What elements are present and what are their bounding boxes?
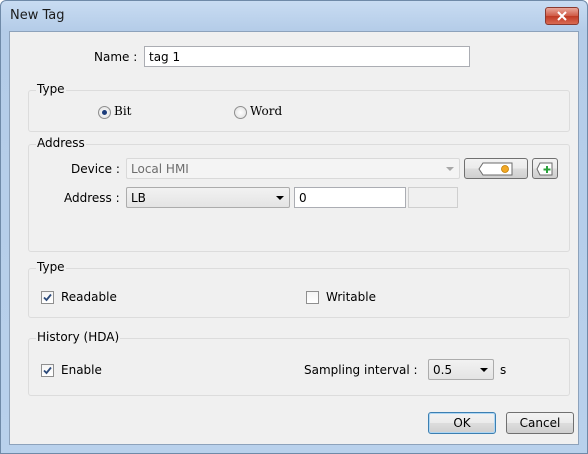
enable-label[interactable]: Enable [61, 363, 102, 377]
sampling-interval-unit: s [500, 363, 507, 377]
close-icon [557, 11, 567, 21]
device-label: Device : [71, 162, 120, 176]
address-type-value: LB [131, 191, 146, 205]
chevron-down-icon [446, 167, 454, 171]
name-input[interactable]: tag 1 [144, 46, 470, 67]
ok-button[interactable]: OK [428, 412, 496, 434]
sampling-interval-label: Sampling interval : [304, 363, 418, 377]
address-group-title: Address [36, 136, 86, 150]
dialog-title: New Tag [10, 8, 65, 23]
word-radio[interactable] [234, 106, 247, 119]
address-type-select[interactable]: LB [126, 187, 290, 208]
chevron-down-icon [480, 368, 488, 372]
history-group-title: History (HDA) [36, 330, 121, 344]
add-tag-icon [536, 162, 553, 176]
checkmark-icon [43, 293, 52, 302]
access-group-title: Type [36, 260, 66, 274]
readable-label[interactable]: Readable [61, 290, 117, 304]
sampling-interval-select[interactable]: 0.5 [428, 359, 494, 380]
close-button[interactable] [545, 7, 579, 25]
address-label: Address : [64, 191, 120, 205]
title-bar[interactable]: New Tag [1, 1, 587, 31]
enable-checkbox[interactable] [41, 364, 54, 377]
bit-radio-label[interactable]: Bit [114, 104, 131, 118]
dialog-body: Name : tag 1 Type Bit Word Address Devic… [9, 31, 579, 445]
writable-label[interactable]: Writable [326, 290, 376, 304]
checkmark-icon [43, 366, 52, 375]
tag-device-icon [478, 162, 513, 176]
device-settings-button[interactable] [464, 158, 528, 179]
address-input[interactable]: 0 [294, 187, 406, 208]
device-select[interactable]: Local HMI [126, 158, 460, 179]
name-label: Name : [94, 50, 138, 64]
type-group-title: Type [36, 82, 66, 96]
writable-checkbox[interactable] [306, 291, 319, 304]
sampling-interval-value: 0.5 [433, 363, 453, 377]
word-radio-label[interactable]: Word [250, 104, 282, 118]
device-value: Local HMI [131, 162, 189, 176]
cancel-button[interactable]: Cancel [506, 412, 574, 434]
address-extra-field [408, 187, 458, 208]
readable-checkbox[interactable] [41, 291, 54, 304]
new-tag-dialog: New Tag Name : tag 1 Type Bit Word Addre… [0, 0, 588, 454]
add-device-button[interactable] [532, 158, 558, 179]
chevron-down-icon [276, 196, 284, 200]
bit-radio[interactable] [98, 106, 111, 119]
